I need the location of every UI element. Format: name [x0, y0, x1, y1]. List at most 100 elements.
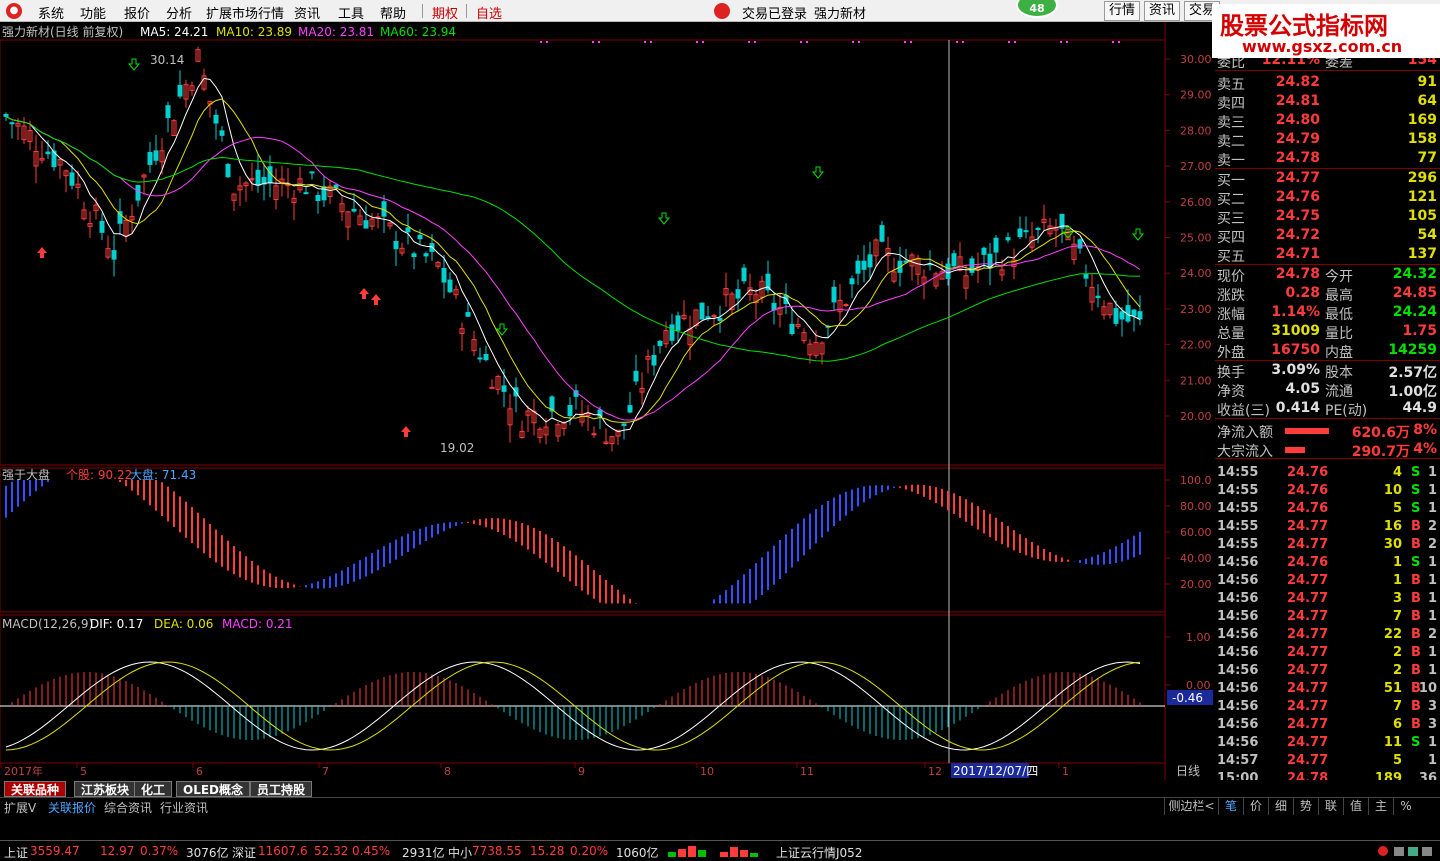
event-dot	[852, 41, 854, 43]
menu-quote[interactable]: 报价	[124, 3, 150, 22]
stat-row: 涨幅 1.14% 最低 24.24	[1215, 304, 1440, 323]
candle-body	[255, 169, 261, 186]
candle-body	[1017, 228, 1023, 238]
rtab-linked[interactable]: 联	[1318, 798, 1343, 815]
menu-function[interactable]: 功能	[80, 3, 106, 22]
bid-row[interactable]: 买四 24.72 54	[1215, 227, 1440, 246]
stat-label: 最高	[1325, 288, 1353, 304]
rtab-trades[interactable]: 笔	[1218, 798, 1243, 815]
ask-row[interactable]: 卖一 24.78 77	[1215, 150, 1440, 169]
status-bar: 上证 3559.47 12.97 0.37% 3076亿 深证 11607.6 …	[0, 840, 1440, 861]
tick-price: 24.77	[1287, 537, 1329, 552]
bid-row[interactable]: 买三 24.75 105	[1215, 208, 1440, 227]
tick-volume: 22	[1383, 627, 1402, 642]
tick-time: 14:57	[1217, 753, 1259, 768]
tick-count: 1	[1427, 465, 1437, 480]
rtab-price[interactable]: 价	[1243, 798, 1268, 815]
tab-esop[interactable]: 员工持股	[250, 781, 313, 797]
extra-value: 3.09%	[1271, 362, 1320, 378]
menu-system[interactable]: 系统	[38, 3, 64, 22]
candle-body	[669, 324, 675, 341]
tab-related-quote[interactable]: 关联报价	[48, 799, 96, 816]
rtab-percent[interactable]: %	[1393, 798, 1418, 815]
ask-row[interactable]: 卖五 24.82 91	[1215, 74, 1440, 93]
sidebar-toggle[interactable]: 侧边栏<	[1164, 798, 1218, 815]
rtab-detail[interactable]: 细	[1268, 798, 1293, 815]
legend-ma60: MA60: 23.94	[380, 25, 456, 39]
candle-body	[447, 279, 453, 293]
extra-value: 44.9	[1402, 400, 1437, 416]
tab-oled[interactable]: OLED概念	[176, 781, 251, 797]
tick-count: 1	[1427, 555, 1437, 570]
rtab-trend[interactable]: 势	[1293, 798, 1318, 815]
bid-row[interactable]: 买一 24.77 296	[1215, 170, 1440, 189]
event-dot	[598, 41, 600, 43]
rtab-value[interactable]: 值	[1343, 798, 1368, 815]
month-tick-label: 8	[444, 765, 451, 778]
candle-body	[1119, 311, 1125, 320]
zx-name[interactable]: 中小	[448, 844, 472, 861]
menu-options[interactable]: 期权	[432, 3, 458, 22]
candle-body	[465, 312, 471, 317]
tick-row: 14:56 24.77 3 B 1	[1215, 591, 1440, 609]
ask-row[interactable]: 卖四 24.81 64	[1215, 93, 1440, 112]
ask-volume: 169	[1407, 112, 1437, 128]
tab-extended[interactable]: 扩展V	[4, 799, 36, 816]
tick-count: 2	[1427, 537, 1437, 552]
candle-body	[219, 130, 225, 136]
event-dot	[650, 41, 652, 43]
stat-value: 1.75	[1402, 323, 1437, 339]
menu-help[interactable]: 帮助	[380, 3, 406, 22]
bid-volume: 137	[1407, 246, 1437, 262]
event-dot	[1060, 41, 1062, 43]
ind1-name: 强于大盘	[2, 467, 50, 482]
tab-jiangsu[interactable]: 江苏板块	[74, 781, 137, 797]
price-tick-label: 21.00	[1180, 374, 1212, 387]
ask-row[interactable]: 卖三 24.80 169	[1215, 112, 1440, 131]
bid-row[interactable]: 买二 24.76 121	[1215, 189, 1440, 208]
candle-body	[651, 355, 657, 366]
sh-name[interactable]: 上证	[4, 844, 28, 861]
rtab-main[interactable]: 主	[1368, 798, 1393, 815]
candle-body	[831, 286, 837, 303]
menu-analysis[interactable]: 分析	[166, 3, 192, 22]
event-dot	[754, 41, 756, 43]
tab-general-news[interactable]: 综合资讯	[104, 799, 152, 816]
sz-name[interactable]: 深证	[232, 844, 256, 861]
bid-row[interactable]: 买五 24.71 137	[1215, 246, 1440, 265]
ask-level-label: 卖二	[1217, 134, 1245, 150]
notification-badge[interactable]: 48	[1016, 0, 1058, 18]
tick-volume: 11	[1383, 735, 1402, 750]
extra-value: 2.57亿	[1388, 365, 1437, 381]
ask-row[interactable]: 卖二 24.79 158	[1215, 131, 1440, 150]
menu-watchlist[interactable]: 自选	[476, 3, 502, 22]
tick-row: 14:56 24.77 11 S 1	[1215, 735, 1440, 753]
stock-chart[interactable]: 强力新材(日线 前复权) MA5: 24.21 MA10: 23.89 MA20…	[0, 22, 1215, 780]
tick-time: 14:55	[1217, 501, 1259, 516]
tick-price: 24.77	[1287, 591, 1329, 606]
tick-row: 14:55 24.77 16 B 2	[1215, 519, 1440, 537]
tab-chemical[interactable]: 化工	[134, 781, 173, 797]
candle-body	[627, 405, 633, 413]
tick-row: 14:57 24.77 5 1	[1215, 753, 1440, 771]
candle-body	[1095, 295, 1101, 299]
candle-body	[111, 250, 117, 260]
zx-index: 7738.55	[472, 844, 522, 858]
news-button[interactable]: 资讯	[1144, 1, 1181, 21]
price-tick-label: 27.00	[1180, 160, 1212, 173]
quote-button[interactable]: 行情	[1104, 1, 1141, 21]
tick-price: 24.77	[1287, 699, 1329, 714]
tab-industry-news[interactable]: 行业资讯	[160, 799, 208, 816]
candle-body	[177, 84, 183, 97]
candle-body	[303, 192, 309, 195]
tick-direction: S	[1411, 735, 1421, 750]
event-dot	[910, 41, 912, 43]
app-logo[interactable]: ●	[6, 3, 22, 19]
menu-tools[interactable]: 工具	[338, 3, 364, 22]
menu-extended-market[interactable]: 扩展市场行情	[206, 3, 284, 22]
event-dot	[1066, 41, 1068, 43]
bid-level-label: 买二	[1217, 192, 1245, 208]
menu-news[interactable]: 资讯	[294, 3, 320, 22]
extra-label: 收益(三)	[1217, 403, 1270, 419]
tab-related[interactable]: 关联品种	[4, 781, 67, 797]
